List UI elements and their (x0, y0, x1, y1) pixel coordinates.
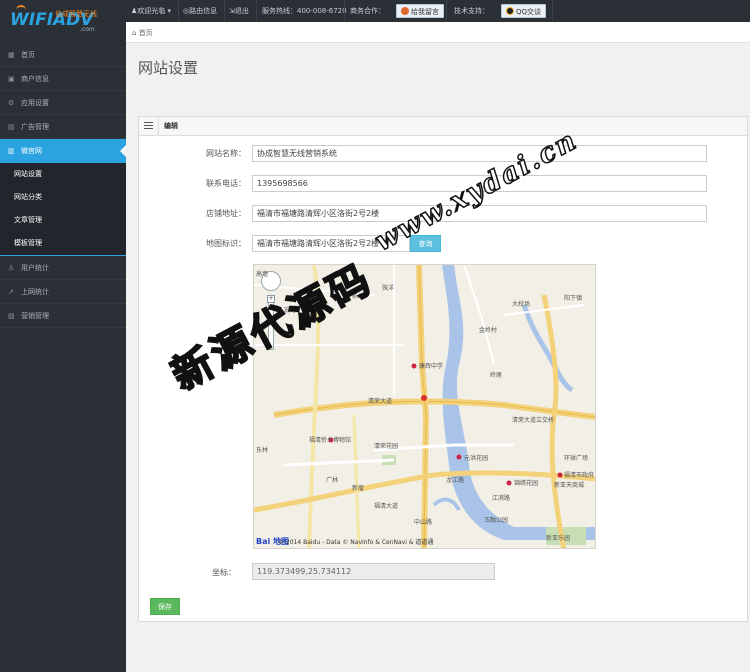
sidebar-item-merchant[interactable]: ▣ 商户信息 (0, 67, 126, 91)
top-bar: ♟欢迎光临 ▾ ◎路由信息 ⇲退出 服务热线：400-008-6720 商务合作… (126, 0, 750, 22)
separator (344, 0, 345, 22)
map-copyright: © 2014 Baidu - Data © NavInfo & CenNavi … (278, 539, 434, 546)
sidebar-subitem-site-settings[interactable]: 网站设置 (0, 163, 126, 186)
coordinates-label: 坐标： (212, 568, 236, 577)
map-label: 清荣大道 (368, 398, 393, 405)
baidu-map[interactable]: + 高墙 前塘 殊洋 宏路 大校场 阳下镇 金岭村 康辉中学 岭尾 清荣大道 福… (253, 264, 596, 549)
coordinates-input[interactable] (252, 563, 495, 580)
map-label: 锦绣花园 (514, 480, 539, 487)
map-label: 清荣大道立交桥 (512, 417, 555, 424)
separator (552, 0, 553, 22)
qq-chat-button[interactable]: QQ交谈 (501, 4, 547, 18)
sidebar: ▦ 首页 ▣ 商户信息 ⚙ 应用设置 ▤ 广告管理 ▥ 微官网 网站设置 网站分… (0, 43, 126, 672)
map-label: 环球广场 (564, 455, 589, 462)
sidebar-item-user-stats[interactable]: ♙ 用户统计 (0, 256, 126, 280)
query-button[interactable]: 查询 (410, 235, 441, 252)
sidebar-item-app-settings[interactable]: ⚙ 应用设置 (0, 91, 126, 115)
zoom-in-icon[interactable]: + (267, 295, 275, 303)
sidebar-item-online-stats[interactable]: ↗ 上网统计 (0, 280, 126, 304)
map-label: 大校场 (512, 301, 531, 308)
map-label: 新亚天商城 (554, 482, 585, 489)
sidebar-item-marketing[interactable]: ▧ 营销管理 (0, 304, 126, 328)
separator (178, 0, 179, 22)
address-label: 店铺地址： (206, 209, 246, 218)
map-label: 中山路 (414, 519, 433, 526)
breadcrumb: ⌂ 首页 (126, 22, 750, 43)
map-label: 清荣花园 (374, 443, 399, 450)
sidebar-item-home[interactable]: ▦ 首页 (0, 43, 126, 67)
map-zoom-slider[interactable] (268, 296, 274, 350)
store-icon: ▣ (8, 75, 15, 83)
map-canvas (254, 265, 595, 548)
map-label: 高墙 (256, 271, 269, 278)
router-info-link[interactable]: ◎路由信息 (183, 0, 217, 22)
app-icon: ⚙ (8, 99, 15, 107)
qq-icon (506, 7, 514, 15)
sidebar-subitem-articles[interactable]: 文章管理 (0, 209, 126, 232)
leave-message-button[interactable]: 给我留言 (396, 4, 444, 18)
breadcrumb-home[interactable]: ⌂ 首页 (132, 28, 153, 38)
sidebar-subitem-templates[interactable]: 模板管理 (0, 232, 126, 255)
map-label: 广林 (326, 477, 339, 484)
logout-link[interactable]: ⇲退出 (229, 0, 249, 22)
map-label: 宏路 (284, 307, 297, 314)
hotline-text: 服务热线：400-008-6720 (262, 7, 347, 15)
phone-input[interactable] (252, 175, 707, 192)
site-name-label: 网站名称： (206, 149, 246, 158)
sidebar-item-microsite[interactable]: ▥ 微官网 (0, 139, 126, 163)
logo-brand-cn: 协成智慧无线 (55, 10, 97, 18)
map-label: 新厝 (352, 485, 365, 492)
map-label: 福清侨乡博物馆 (309, 437, 352, 444)
map-label: 龙江路 (446, 477, 465, 484)
map-label: 东林 (256, 447, 269, 454)
map-label: 元洪花园 (464, 455, 489, 462)
main-content: 网站设置 编辑 网站名称： 联系电话： 店铺地址： 地图标识： 查询 (126, 43, 750, 672)
map-label: 殊洋 (382, 285, 395, 292)
map-label: 金岭村 (479, 327, 498, 334)
logo-url: .com (80, 26, 95, 33)
header-divider (158, 117, 159, 136)
message-icon (401, 7, 409, 15)
sidebar-subitem-site-category[interactable]: 网站分类 (0, 186, 126, 209)
marketing-icon: ▧ (8, 312, 15, 320)
sidebar-item-ads[interactable]: ▤ 广告管理 (0, 115, 126, 139)
phone-label: 联系电话： (206, 179, 246, 188)
map-mark-label: 地图标识： (206, 239, 246, 248)
site-name-input[interactable] (252, 145, 707, 162)
stats-icon: ↗ (8, 288, 14, 296)
separator (256, 0, 257, 22)
address-input[interactable] (252, 205, 707, 222)
tech-support-label: 技术支持： (454, 7, 489, 15)
map-label: 福清大道 (374, 503, 399, 510)
map-label: 阳下镇 (564, 295, 583, 302)
map-label: 康辉中学 (419, 363, 444, 370)
page-title: 网站设置 (138, 59, 199, 77)
map-label: 岭尾 (490, 372, 503, 379)
app-logo[interactable]: WIFIADV 协成智慧无线 .com (0, 0, 126, 43)
map-label: 新亚乐园 (546, 535, 571, 542)
list-icon (144, 122, 153, 129)
panel-title: 编辑 (164, 122, 178, 130)
site-icon: ▥ (8, 147, 15, 155)
dashboard-icon: ▦ (8, 51, 15, 59)
map-label: 江滨路 (492, 495, 511, 502)
panel-header: 编辑 (139, 117, 747, 136)
business-label: 商务合作： (350, 7, 385, 15)
users-icon: ♙ (8, 264, 15, 272)
map-label: 玉融公园 (484, 517, 509, 524)
separator (446, 0, 447, 22)
separator (224, 0, 225, 22)
welcome-menu[interactable]: ♟欢迎光临 ▾ (131, 0, 171, 22)
ad-icon: ▤ (8, 123, 15, 131)
map-label: 福清市政府 (564, 472, 595, 479)
edit-panel: 编辑 网站名称： 联系电话： 店铺地址： 地图标识： 查询 (138, 116, 748, 622)
map-label: 前塘 (352, 293, 365, 300)
save-button[interactable]: 保存 (150, 598, 180, 615)
home-icon: ⌂ (132, 29, 137, 37)
map-mark-input[interactable] (252, 235, 410, 252)
